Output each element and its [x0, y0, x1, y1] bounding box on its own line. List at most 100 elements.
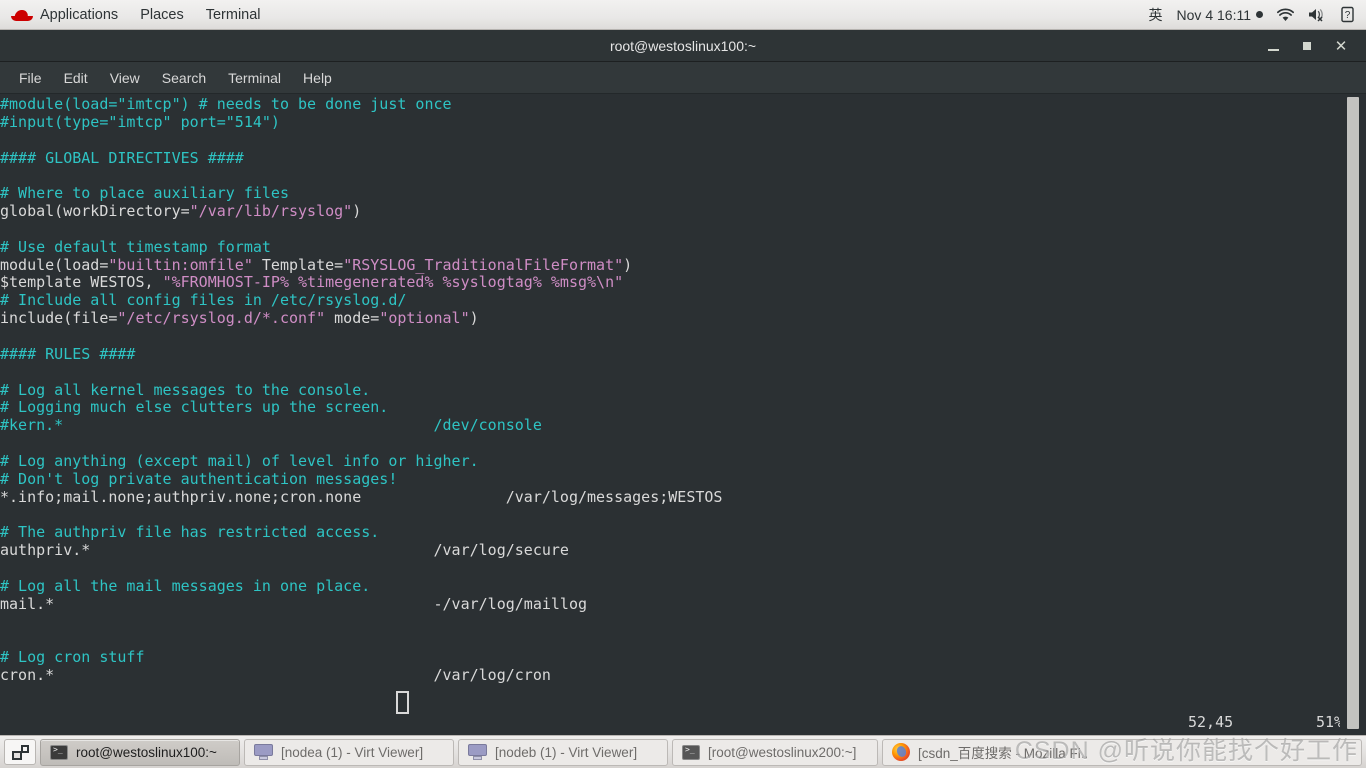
taskbar-item-label: [csdn_百度搜索 - Mozilla Fi.. [918, 746, 1089, 761]
taskbar-item-label: [root@westoslinux200:~] [708, 744, 857, 760]
terminal-span: ) [623, 255, 633, 274]
window-titlebar[interactable]: root@westoslinux100:~ ✕ [0, 30, 1366, 62]
menu-search[interactable]: Search [151, 65, 217, 91]
panel-menu-applications[interactable]: Applications [0, 0, 129, 30]
terminal-span: # The authpriv file has restricted acces… [0, 523, 380, 542]
taskbar-item-nodeb-virt-viewer[interactable]: [nodeb (1) - Virt Viewer] [458, 738, 668, 766]
terminal-span: module(load= [0, 255, 109, 274]
terminal-line: global(workDirectory="/var/lib/rsyslog") [0, 202, 1340, 221]
terminal-span: "builtin:omfile" [108, 255, 253, 274]
terminal-line: # The authpriv file has restricted acces… [0, 523, 1340, 542]
menu-file[interactable]: File [8, 65, 53, 91]
input-method-indicator[interactable]: 英 [1149, 5, 1163, 25]
terminal-line: include(file="/etc/rsyslog.d/*.conf" mod… [0, 309, 1340, 328]
terminal-span: # Log all the mail messages in one place… [0, 576, 371, 595]
terminal-span: $template WESTOS, [0, 273, 163, 292]
taskbar: root@westoslinux100:~ [nodea (1) - Virt … [0, 735, 1366, 768]
terminal-line: cron.* /var/log/cron [0, 666, 1340, 685]
notification-dot-icon [1256, 11, 1263, 18]
terminal-line: # Log all kernel messages to the console… [0, 380, 1340, 400]
menubar: File Edit View Search Terminal Help [0, 62, 1366, 94]
menu-edit[interactable]: Edit [53, 65, 99, 91]
monitor-icon [468, 744, 487, 760]
top-panel: Applications Places Terminal 英 Nov 4 16:… [0, 0, 1366, 30]
terminal-line: authpriv.* /var/log/secure [0, 541, 1340, 560]
taskbar-item-firefox-csdn[interactable]: [csdn_百度搜索 - Mozilla Fi.. [882, 738, 1362, 766]
svg-text:?: ? [1345, 10, 1351, 21]
terminal-span: #kern.* /dev/console [0, 416, 542, 435]
taskbar-item-label: [nodea (1) - Virt Viewer] [281, 744, 424, 760]
window-switcher-icon[interactable] [4, 739, 36, 765]
clock[interactable]: Nov 4 16:11 [1177, 7, 1263, 23]
terminal-span: # Use default timestamp format [0, 237, 271, 256]
taskbar-item-terminal-westoslinux100[interactable]: root@westoslinux100:~ [40, 738, 240, 766]
menu-view[interactable]: View [99, 65, 151, 91]
menu-terminal[interactable]: Terminal [217, 65, 292, 91]
terminal-span: "optional" [379, 309, 470, 328]
firefox-icon [892, 743, 910, 761]
window-title: root@westoslinux100:~ [609, 37, 757, 54]
terminal-span: # Include all config files in /etc/rsysl… [0, 291, 407, 310]
volume-muted-icon[interactable] [1308, 7, 1327, 22]
terminal-line: #kern.* /dev/console [0, 416, 1340, 435]
terminal-span: Template= [252, 255, 344, 274]
terminal-span: "/var/lib/rsyslog" [189, 202, 353, 221]
panel-menu-terminal-label: Terminal [205, 6, 261, 23]
taskbar-item-label: root@westoslinux100:~ [76, 744, 217, 760]
monitor-icon [254, 744, 273, 760]
terminal-scrollbar[interactable] [1340, 94, 1366, 735]
editor-status-line: 52,45 51% [0, 713, 1343, 735]
terminal-span: # Where to place auxiliary files [0, 184, 289, 203]
terminal-line: # Log cron stuff [0, 648, 1340, 667]
panel-menu-places-label: Places [140, 6, 184, 23]
terminal-viewport[interactable]: #module(load="imtcp") # needs to be done… [0, 94, 1366, 735]
menu-help[interactable]: Help [292, 65, 343, 91]
maximize-button[interactable] [1290, 31, 1324, 61]
terminal-span: #### GLOBAL DIRECTIVES #### [0, 148, 244, 167]
panel-menu-terminal[interactable]: Terminal [195, 0, 272, 30]
terminal-span: # Log all kernel messages to the console… [0, 380, 371, 399]
terminal-span: ) [469, 309, 479, 328]
terminal-window: root@westoslinux100:~ ✕ File Edit View S… [0, 30, 1366, 735]
panel-menu-places[interactable]: Places [129, 0, 195, 30]
terminal-line: # Use default timestamp format [0, 237, 1340, 257]
terminal-span: "RSYSLOG_TraditionalFileFormat" [343, 255, 624, 274]
terminal-line: #module(load="imtcp") # needs to be done… [0, 95, 1340, 114]
terminal-line: # Include all config files in /etc/rsysl… [0, 291, 1340, 310]
terminal-span: authpriv.* /var/log/secure [0, 541, 569, 560]
taskbar-item-label: [nodeb (1) - Virt Viewer] [495, 744, 638, 760]
terminal-span: ) [352, 202, 362, 221]
close-button[interactable]: ✕ [1324, 31, 1358, 61]
taskbar-item-nodea-virt-viewer[interactable]: [nodea (1) - Virt Viewer] [244, 738, 454, 766]
terminal-span: # Log cron stuff [0, 648, 145, 667]
terminal-cursor [396, 691, 409, 714]
minimize-button[interactable] [1256, 31, 1290, 61]
clock-label: Nov 4 16:11 [1176, 6, 1251, 23]
terminal-line: # Log anything (except mail) of level in… [0, 451, 1340, 471]
terminal-line: $template WESTOS, "%FROMHOST-IP% %timege… [0, 274, 1340, 292]
terminal-span: include(file= [0, 309, 118, 328]
terminal-span: cron.* /var/log/cron [0, 666, 551, 684]
terminal-icon [682, 744, 700, 760]
terminal-line: # Log all the mail messages in one place… [0, 576, 1340, 596]
terminal-span: "/etc/rsyslog.d/*.conf" [117, 309, 326, 328]
terminal-span: #### RULES #### [0, 344, 136, 363]
battery-unknown-icon[interactable]: ? [1341, 6, 1354, 23]
terminal-line: *.info;mail.none;authpriv.none;cron.none… [0, 488, 1340, 507]
terminal-span: # Don't log private authentication messa… [0, 469, 398, 488]
redhat-logo-icon [11, 7, 33, 23]
wifi-icon[interactable] [1277, 8, 1294, 22]
taskbar-item-terminal-westoslinux200[interactable]: [root@westoslinux200:~] [672, 738, 878, 766]
terminal-scrollbar-thumb[interactable] [1347, 97, 1359, 729]
terminal-span: # Log anything (except mail) of level in… [0, 451, 479, 470]
terminal-line: #### RULES #### [0, 344, 1340, 364]
